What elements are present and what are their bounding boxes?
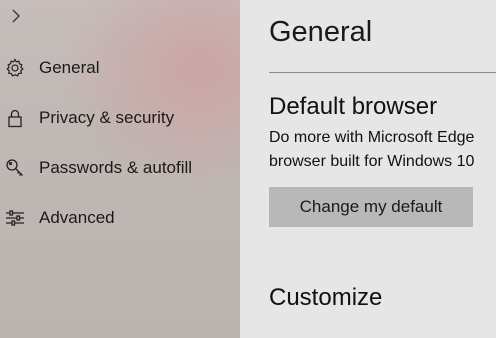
sidebar-item-advanced[interactable]: Advanced: [0, 198, 240, 238]
divider: [269, 72, 496, 73]
default-browser-description: Do more with Microsoft Edge browser buil…: [269, 126, 474, 174]
customize-heading: Customize: [269, 284, 383, 311]
sidebar-item-label: Passwords & autofill: [39, 158, 193, 177]
page-title: General: [269, 16, 373, 48]
settings-panel: General Default browser Do more with Mic…: [240, 0, 496, 338]
sidebar-item-label: Advanced: [39, 208, 115, 227]
chevron-right-icon[interactable]: [6, 6, 26, 26]
lock-icon: [5, 108, 25, 128]
default-browser-heading: Default browser: [269, 93, 438, 120]
sidebar-item-passwords-autofill[interactable]: Passwords & autofill: [0, 148, 240, 188]
key-icon: [5, 158, 25, 178]
description-line: browser built for Windows 10: [269, 153, 475, 170]
sidebar-item-label: Privacy & security: [39, 108, 175, 127]
sidebar-item-label: General: [39, 58, 100, 77]
sliders-icon: [5, 208, 25, 228]
gear-icon: [5, 58, 25, 78]
sidebar-item-privacy-security[interactable]: Privacy & security: [0, 98, 240, 138]
sidebar: General Privacy & security Passwords & a…: [0, 0, 240, 338]
sidebar-item-general[interactable]: General: [0, 48, 240, 88]
description-line: Do more with Microsoft Edge: [269, 129, 475, 146]
change-my-default-button[interactable]: Change my default: [269, 187, 473, 227]
